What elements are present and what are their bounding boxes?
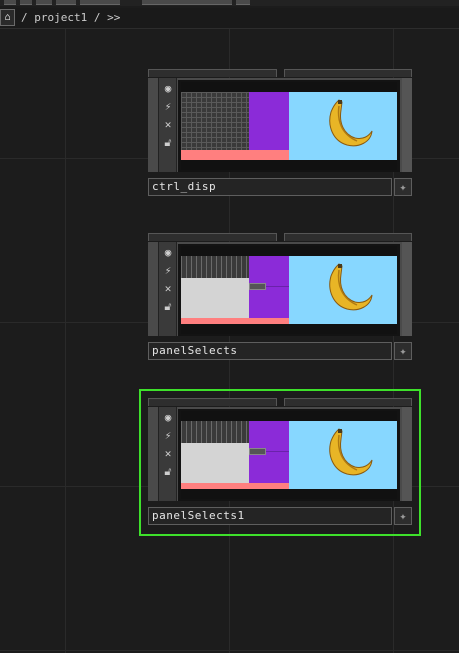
cyan-panel — [289, 421, 397, 489]
viewer-icon[interactable]: ◉ — [161, 82, 175, 96]
lock-icon[interactable]: 🔓︎ — [161, 300, 175, 314]
pink-bar — [181, 150, 289, 160]
node-sidebar: ◉ ⚡ ✕ 🔓︎ — [158, 242, 177, 336]
add-icon[interactable]: ✦ — [394, 507, 412, 525]
connector-handle — [249, 283, 266, 290]
grey-panel — [181, 278, 249, 318]
banana-image — [329, 263, 373, 311]
close-icon[interactable]: ✕ — [161, 118, 175, 132]
bypass-icon[interactable]: ⚡ — [161, 100, 175, 114]
node-panelselects1[interactable]: ◉ ⚡ ✕ 🔓︎ panelSelects1 ✦ — [148, 398, 412, 530]
bypass-icon[interactable]: ⚡ — [161, 429, 175, 443]
node-name-field[interactable]: panelSelects1 — [148, 507, 392, 525]
add-icon[interactable]: ✦ — [394, 178, 412, 196]
viewer-icon[interactable]: ◉ — [161, 411, 175, 425]
node-output-tab[interactable] — [284, 398, 412, 406]
node-body[interactable]: ◉ ⚡ ✕ 🔓︎ — [148, 242, 412, 336]
grey-panel — [181, 443, 249, 483]
node-ctrl-disp[interactable]: ◉ ⚡ ✕ 🔓︎ ctrl_disp ✦ — [148, 69, 412, 201]
connector-handle — [249, 448, 266, 455]
node-viewer[interactable] — [178, 244, 400, 336]
node-name-field[interactable]: panelSelects — [148, 342, 392, 360]
node-sidebar: ◉ ⚡ ✕ 🔓︎ — [158, 78, 177, 172]
cyan-panel — [289, 92, 397, 160]
banana-image — [329, 99, 373, 147]
breadcrumb[interactable]: / project1 / >> — [21, 8, 120, 28]
node-input-tab[interactable] — [148, 233, 277, 241]
node-panelselects[interactable]: ◉ ⚡ ✕ 🔓︎ panelSelects ✦ — [148, 233, 412, 365]
node-body[interactable]: ◉ ⚡ ✕ 🔓︎ — [148, 78, 412, 172]
banana-image — [329, 428, 373, 476]
node-output-tab[interactable] — [284, 233, 412, 241]
purple-panel — [249, 92, 289, 154]
node-input-tab[interactable] — [148, 398, 277, 406]
node-input-tab[interactable] — [148, 69, 277, 77]
top-toolbar-strip — [0, 0, 459, 6]
bypass-icon[interactable]: ⚡ — [161, 264, 175, 278]
node-body[interactable]: ◉ ⚡ ✕ 🔓︎ — [148, 407, 412, 501]
cyan-panel — [289, 256, 397, 324]
node-viewer[interactable] — [178, 80, 400, 172]
node-name-field[interactable]: ctrl_disp — [148, 178, 392, 196]
lock-icon[interactable]: 🔓︎ — [161, 136, 175, 150]
add-icon[interactable]: ✦ — [394, 342, 412, 360]
node-viewer[interactable] — [178, 409, 400, 501]
lock-icon[interactable]: 🔓︎ — [161, 465, 175, 479]
path-bar: ⌂ / project1 / >> — [0, 8, 459, 29]
grid-panel — [181, 92, 249, 154]
grid-panel — [181, 256, 249, 278]
home-icon[interactable]: ⌂ — [0, 9, 15, 26]
close-icon[interactable]: ✕ — [161, 447, 175, 461]
node-sidebar: ◉ ⚡ ✕ 🔓︎ — [158, 407, 177, 501]
node-output-tab[interactable] — [284, 69, 412, 77]
close-icon[interactable]: ✕ — [161, 282, 175, 296]
viewer-icon[interactable]: ◉ — [161, 246, 175, 260]
grid-panel — [181, 421, 249, 443]
